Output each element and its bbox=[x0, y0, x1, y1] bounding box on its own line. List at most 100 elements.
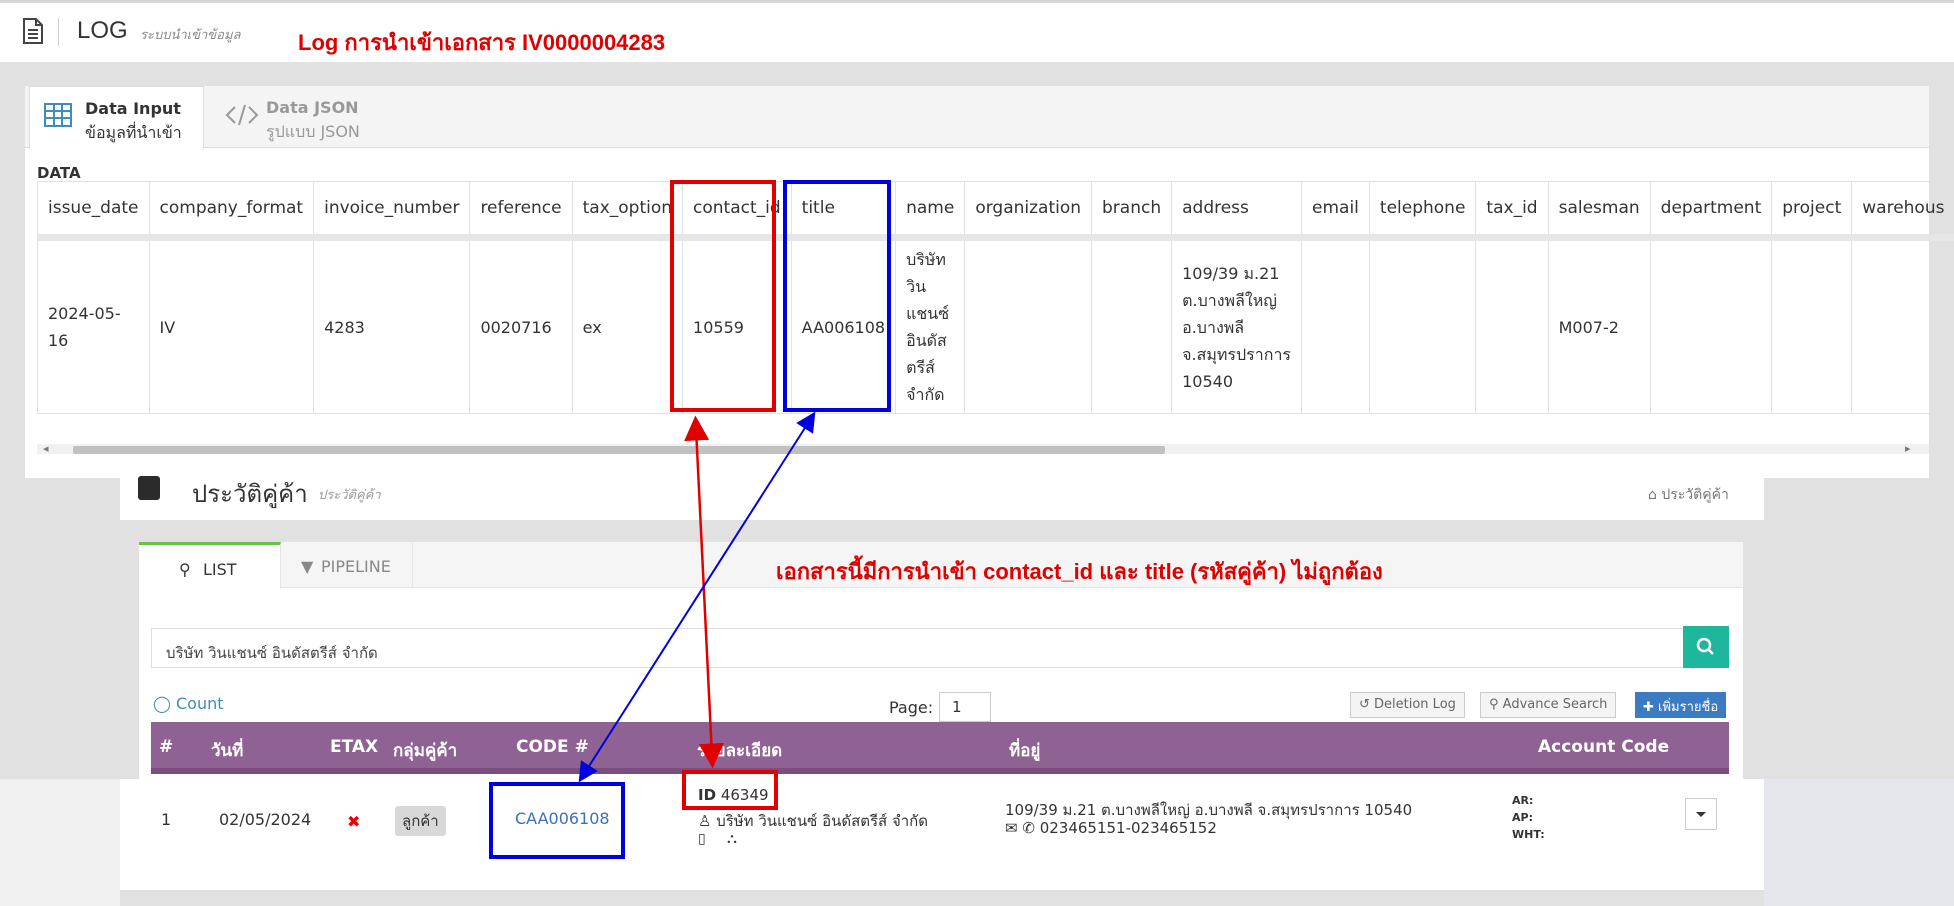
tab-pipeline-label: PIPELINE bbox=[321, 557, 391, 576]
search-button[interactable] bbox=[1683, 626, 1729, 668]
etax-status-icon: ✖ bbox=[347, 812, 361, 831]
partner-history-subtitle: ประวัติคู่ค้า bbox=[318, 488, 381, 503]
filter-icon: ▼ bbox=[301, 557, 314, 576]
column-header: issue_date bbox=[37, 181, 150, 241]
partner-table-header: # วันที่ ETAX กลุ่มคู่ค้า CODE # รายละเอ… bbox=[151, 722, 1729, 774]
cell-tax-id bbox=[1475, 237, 1549, 414]
page-subtitle: ระบบนำเข้าข้อมูล bbox=[140, 28, 241, 43]
horizontal-scrollbar-thumb[interactable] bbox=[73, 446, 1165, 454]
column-header: reference bbox=[469, 181, 573, 241]
phone-number: 023465151-023465152 bbox=[1039, 819, 1217, 837]
column-header: project bbox=[1771, 181, 1853, 241]
header-address: ที่อยู่ bbox=[1009, 741, 1041, 761]
column-header: email bbox=[1301, 181, 1370, 241]
partner-list-panel: ⚲ LIST ▼ PIPELINE บริษัท วินแชนซ์ อินดัส… bbox=[139, 542, 1743, 874]
column-header: name bbox=[895, 181, 966, 241]
table-row: 2024-05-16 IV 4283 0020716 ex 10559 AA00… bbox=[37, 237, 1954, 414]
deletion-log-label: Deletion Log bbox=[1374, 697, 1456, 712]
page-label: Page: bbox=[889, 698, 934, 717]
row-partner-name: ♙ บริษัท วินแชนซ์ อินดัสตรีส์ จำกัด bbox=[698, 809, 928, 833]
cell-department bbox=[1649, 237, 1773, 414]
advance-search-button[interactable]: ⚲ Advance Search bbox=[1480, 692, 1617, 718]
row-index: 1 bbox=[161, 810, 172, 829]
column-header: telephone bbox=[1368, 181, 1477, 241]
history-icon: ↺ bbox=[1359, 697, 1375, 712]
annotation-box-id bbox=[682, 770, 778, 810]
page-title: LOG bbox=[77, 17, 128, 44]
breadcrumb[interactable]: ⌂ ประวัติคู่ค้า bbox=[1648, 484, 1729, 506]
cell-email bbox=[1301, 237, 1370, 414]
user-icon: ♙ bbox=[698, 812, 717, 830]
column-header: department bbox=[1649, 181, 1773, 241]
header-code: CODE # bbox=[516, 737, 589, 757]
caret-down-icon bbox=[1696, 812, 1706, 817]
row-actions-dropdown[interactable] bbox=[1685, 798, 1717, 830]
tab-data-input[interactable]: Data Input ข้อมูลที่นำเข้า bbox=[29, 86, 204, 149]
cell-organization bbox=[964, 237, 1093, 414]
column-header: branch bbox=[1091, 181, 1173, 241]
cell-salesman: M007-2 bbox=[1547, 237, 1651, 414]
envelope-icon[interactable]: ✉ bbox=[1005, 819, 1022, 837]
header-etax: ETAX bbox=[330, 737, 379, 757]
row-contact: ✉ ✆ 023465151-023465152 bbox=[1005, 819, 1217, 837]
partner-name: บริษัท วินแชนซ์ อินดัสตรีส์ จำกัด bbox=[716, 812, 928, 830]
header-index: # bbox=[159, 737, 174, 757]
tab-data-json[interactable]: Data JSON รูปแบบ JSON bbox=[211, 86, 411, 148]
annotation-box-code bbox=[489, 782, 625, 859]
column-header: organization bbox=[964, 181, 1093, 241]
breadcrumb-label: ประวัติคู่ค้า bbox=[1661, 487, 1729, 503]
column-header: warehous bbox=[1851, 181, 1954, 241]
cell-name: บริษัท วิน แชนซ์ อินดัส ตรีส์ จำกัด bbox=[895, 237, 966, 414]
home-icon: ⌂ bbox=[1648, 487, 1662, 503]
header-group: กลุ่มคู่ค้า bbox=[393, 741, 458, 761]
tab-data-input-label: Data Input bbox=[85, 99, 181, 118]
group-badge: ลูกค้า bbox=[395, 806, 446, 836]
annotation-log-title: Log การนำเข้าเอกสาร IV0000004283 bbox=[298, 30, 666, 55]
log-tab-strip: Data Input ข้อมูลที่นำเข้า Data JSON รูป… bbox=[25, 86, 1929, 149]
cell-company-format: IV bbox=[148, 237, 315, 414]
add-partner-label: เพิ่มรายชื่อ bbox=[1658, 700, 1719, 715]
search-input-value: บริษัท วินแชนซ์ อินดัสตรีส์ จำกัด bbox=[166, 644, 378, 662]
page-input[interactable]: 1 bbox=[939, 692, 991, 722]
account-ap: AP: bbox=[1512, 811, 1533, 824]
mobile-icon[interactable]: ▯ bbox=[698, 831, 706, 847]
contact-book-icon bbox=[138, 476, 160, 500]
cell-project bbox=[1771, 237, 1853, 414]
column-header: tax_id bbox=[1475, 181, 1549, 241]
search-icon: ⚲ bbox=[179, 560, 191, 579]
column-header: address bbox=[1171, 181, 1303, 241]
page-background-left bbox=[0, 779, 120, 906]
tab-data-input-sublabel: ข้อมูลที่นำเข้า bbox=[85, 123, 182, 142]
top-border bbox=[0, 0, 1954, 3]
tab-pipeline[interactable]: ▼ PIPELINE bbox=[281, 542, 413, 588]
account-ar: AR: bbox=[1512, 794, 1534, 807]
advance-search-label: Advance Search bbox=[1502, 697, 1608, 712]
page-background-bottom bbox=[120, 890, 1764, 906]
annotation-box-title bbox=[783, 180, 891, 412]
search-icon: ⚲ bbox=[1489, 697, 1503, 712]
header-account-code: Account Code bbox=[1538, 737, 1670, 757]
cell-tax-option: ex bbox=[571, 237, 684, 414]
row-date: 02/05/2024 bbox=[219, 810, 312, 829]
cell-branch bbox=[1091, 237, 1173, 414]
column-header: invoice_number bbox=[313, 181, 471, 241]
search-input[interactable]: บริษัท วินแชนซ์ อินดัสตรีส์ จำกัด bbox=[151, 628, 1685, 668]
log-panel: Data Input ข้อมูลที่นำเข้า Data JSON รูป… bbox=[25, 86, 1954, 478]
code-icon bbox=[225, 104, 259, 126]
header-details: รายละเอียด bbox=[697, 741, 783, 761]
count-toggle[interactable]: ◯ Count bbox=[153, 694, 224, 713]
search-icon bbox=[1696, 637, 1714, 655]
partner-history-title: ประวัติคู่ค้า bbox=[192, 480, 308, 508]
scroll-right-icon[interactable]: ▸ bbox=[1905, 442, 1911, 455]
tab-list[interactable]: ⚲ LIST bbox=[139, 542, 281, 589]
cell-telephone bbox=[1368, 237, 1477, 414]
partner-history-header: ประวัติคู่ค้า ประวัติคู่ค้า ⌂ ประวัติคู่… bbox=[120, 464, 1764, 520]
add-partner-button[interactable]: ✚ เพิ่มรายชื่อ bbox=[1635, 692, 1727, 718]
tab-data-json-label: Data JSON bbox=[266, 98, 359, 117]
deletion-log-button[interactable]: ↺ Deletion Log bbox=[1350, 692, 1465, 718]
data-section-label: DATA bbox=[37, 164, 81, 182]
sitemap-icon[interactable]: ⛬ bbox=[727, 831, 737, 847]
column-header: salesman bbox=[1547, 181, 1651, 241]
tab-list-label: LIST bbox=[203, 560, 237, 579]
scroll-left-icon[interactable]: ◂ bbox=[43, 442, 49, 455]
